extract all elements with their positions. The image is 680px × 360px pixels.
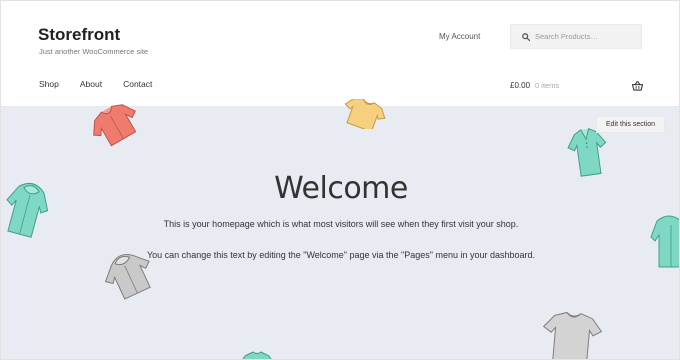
site-header: Storefront Just another WooCommerce site…: [1, 1, 679, 106]
cart-amount: £0.00: [510, 80, 531, 90]
edit-section-button[interactable]: Edit this section: [597, 117, 665, 132]
search-input[interactable]: [535, 26, 635, 47]
yellow-tshirt-icon: [344, 99, 386, 129]
site-title[interactable]: Storefront: [38, 25, 120, 45]
nav-item-contact[interactable]: Contact: [123, 79, 152, 89]
cart-item-count: 0 items: [535, 80, 560, 90]
red-hoodie-icon: [93, 104, 137, 147]
browser-frame: Storefront Just another WooCommerce site…: [0, 0, 680, 360]
search-icon: [517, 24, 535, 49]
basket-icon[interactable]: [631, 78, 644, 96]
nav-item-shop[interactable]: Shop: [39, 79, 59, 89]
grey-tshirt-icon: [542, 311, 603, 359]
hero-paragraph-2: You can change this text by editing the …: [146, 250, 536, 260]
primary-nav: Shop About Contact: [39, 79, 173, 89]
hero-title: Welcome: [274, 171, 408, 206]
search-box: [510, 24, 642, 49]
hero-paragraph-1: This is your homepage which is what most…: [163, 219, 519, 229]
site-tagline: Just another WooCommerce site: [39, 47, 149, 56]
header-cart[interactable]: £0.00 0 items: [510, 79, 644, 91]
nav-item-about[interactable]: About: [80, 79, 102, 89]
green-tshirt-icon: [242, 351, 272, 359]
my-account-link[interactable]: My Account: [439, 32, 480, 41]
